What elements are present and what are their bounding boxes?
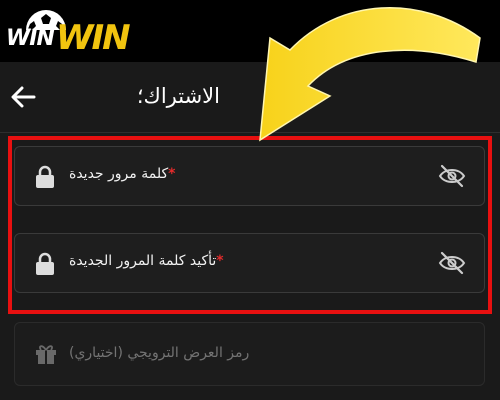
lock-icon (36, 165, 54, 188)
eye-off-icon[interactable] (438, 251, 466, 275)
logo-text-win-gold: WIN (56, 18, 131, 58)
page-header: الاشتراك؛ (0, 62, 500, 132)
top-bar: WIN WIN (0, 0, 500, 62)
confirm-password-label: *تأكيد كلمة المرور الجديدة (69, 253, 224, 269)
gift-icon (36, 345, 56, 364)
eye-off-icon[interactable] (438, 164, 466, 188)
header-divider (0, 132, 500, 133)
promo-code-label: رمز العرض الترويجي (اختياري) (69, 345, 250, 361)
new-password-field[interactable]: *كلمة مرور جديدة (14, 146, 485, 206)
lock-icon (36, 252, 54, 275)
back-arrow-icon[interactable] (10, 86, 36, 108)
new-password-label: *كلمة مرور جديدة (69, 166, 176, 182)
brand-logo[interactable]: WIN WIN (6, 8, 146, 58)
promo-code-field[interactable]: رمز العرض الترويجي (اختياري) (14, 322, 485, 386)
confirm-password-field[interactable]: *تأكيد كلمة المرور الجديدة (14, 233, 485, 293)
page-title: الاشتراك؛ (136, 84, 220, 108)
logo-text-win-white: WIN (6, 26, 55, 51)
